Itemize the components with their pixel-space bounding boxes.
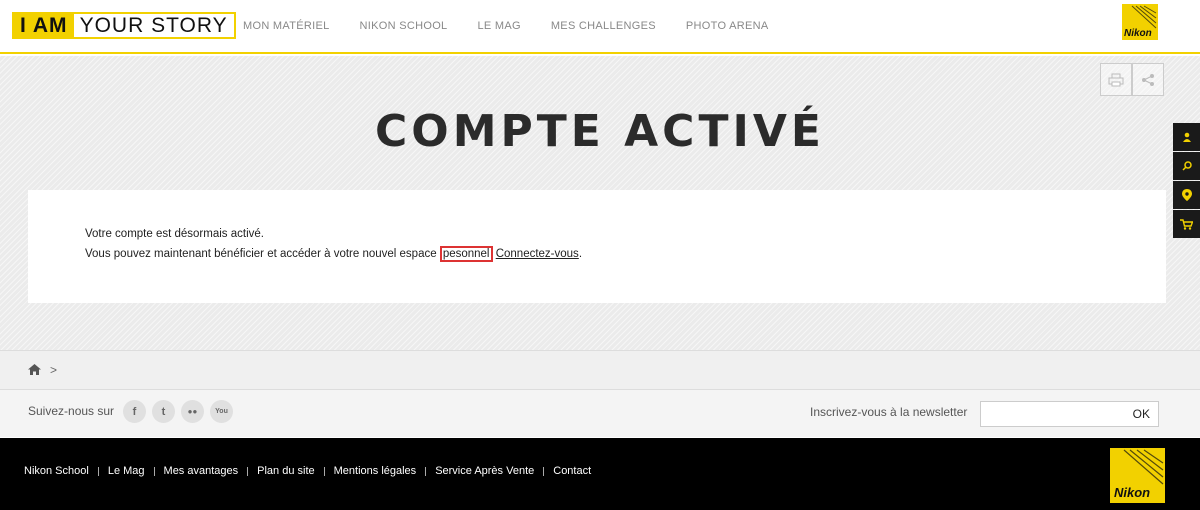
footer-link-plan-du-site[interactable]: Plan du site bbox=[257, 465, 314, 477]
footer-link-mentions-legales[interactable]: Mentions légales bbox=[334, 465, 417, 477]
nav-photo-arena[interactable]: PHOTO ARENA bbox=[686, 20, 769, 32]
site-logo[interactable]: I AM YOUR STORY bbox=[12, 12, 236, 39]
newsletter-ok-button[interactable]: OK bbox=[1133, 407, 1150, 421]
footer-link-service-apres-vente[interactable]: Service Après Vente bbox=[435, 465, 534, 477]
nav-nikon-school[interactable]: NIKON SCHOOL bbox=[360, 20, 448, 32]
share-button[interactable] bbox=[1132, 63, 1164, 96]
nav-mon-materiel[interactable]: MON MATÉRIEL bbox=[243, 20, 330, 32]
footer-divider bbox=[153, 466, 155, 476]
print-button[interactable] bbox=[1100, 63, 1132, 96]
footer-divider bbox=[323, 466, 325, 476]
footer-divider bbox=[97, 466, 99, 476]
nav-le-mag[interactable]: LE MAG bbox=[477, 20, 520, 32]
footer-divider bbox=[543, 466, 545, 476]
print-icon bbox=[1108, 73, 1124, 86]
youtube-icon[interactable]: You bbox=[210, 400, 233, 423]
footer-link-le-mag[interactable]: Le Mag bbox=[108, 465, 145, 477]
user-icon bbox=[1182, 132, 1191, 142]
main-nav: MON MATÉRIEL NIKON SCHOOL LE MAG MES CHA… bbox=[243, 20, 798, 32]
flickr-icon[interactable]: ●● bbox=[181, 400, 204, 423]
newsletter-email-field[interactable]: OK bbox=[980, 401, 1159, 427]
message-line-2-prefix: Vous pouvez maintenant bénéficier et acc… bbox=[85, 248, 440, 260]
side-toolbar bbox=[1173, 123, 1200, 239]
store-locator-button[interactable] bbox=[1173, 181, 1200, 209]
footer-divider bbox=[247, 466, 249, 476]
social-icons: f t ●● You bbox=[123, 400, 239, 423]
footer-divider bbox=[425, 466, 427, 476]
logo-iam-text: I AM bbox=[14, 14, 74, 37]
footer-link-contact[interactable]: Contact bbox=[553, 465, 591, 477]
newsletter-label: Inscrivez-vous à la newsletter bbox=[810, 405, 968, 419]
cart-button[interactable] bbox=[1173, 210, 1200, 238]
message-line-2-suffix: . bbox=[578, 248, 583, 260]
logo-story-text: YOUR STORY bbox=[73, 14, 234, 37]
footer-link-mes-avantages[interactable]: Mes avantages bbox=[164, 465, 239, 477]
footer-link-nikon-school[interactable]: Nikon School bbox=[24, 465, 89, 477]
message-box: Votre compte est désormais activé. Vous … bbox=[28, 190, 1166, 303]
message-line-1: Votre compte est désormais activé. bbox=[85, 228, 264, 240]
footer: Nikon School Le Mag Mes avantages Plan d… bbox=[0, 438, 1200, 510]
footer-links: Nikon School Le Mag Mes avantages Plan d… bbox=[24, 465, 591, 477]
content-area: COMPTE ACTIVÉ Votre compte est désormais… bbox=[0, 56, 1200, 350]
location-pin-icon bbox=[1181, 189, 1192, 201]
connect-link[interactable]: Connectez-vous bbox=[496, 248, 579, 260]
nikon-logo-text: Nikon bbox=[1124, 28, 1152, 39]
nikon-logo-footer-text: Nikon bbox=[1114, 485, 1151, 500]
facebook-icon[interactable]: f bbox=[123, 400, 146, 423]
search-button[interactable] bbox=[1173, 152, 1200, 180]
account-button[interactable] bbox=[1173, 123, 1200, 151]
nav-mes-challenges[interactable]: MES CHALLENGES bbox=[551, 20, 656, 32]
breadcrumb-separator: > bbox=[50, 363, 58, 377]
header: I AM YOUR STORY MON MATÉRIEL NIKON SCHOO… bbox=[0, 0, 1200, 54]
nikon-logo[interactable]: Nikon bbox=[1122, 4, 1158, 40]
search-icon bbox=[1181, 161, 1192, 171]
share-icon bbox=[1142, 73, 1154, 86]
breadcrumb: > bbox=[0, 350, 1200, 390]
highlighted-word: pesonnel bbox=[439, 246, 493, 262]
social-bar: Suivez-nous sur f t ●● You Inscrivez-vou… bbox=[0, 390, 1200, 437]
nikon-logo-footer[interactable]: Nikon bbox=[1110, 448, 1165, 503]
follow-label: Suivez-nous sur bbox=[28, 404, 115, 418]
message-line-2: Vous pouvez maintenant bénéficier et acc… bbox=[85, 246, 583, 262]
page-tools bbox=[1100, 63, 1164, 96]
twitter-icon[interactable]: t bbox=[152, 400, 175, 423]
home-icon[interactable] bbox=[28, 364, 41, 375]
page-title: COMPTE ACTIVÉ bbox=[375, 106, 825, 157]
cart-icon bbox=[1180, 218, 1193, 230]
